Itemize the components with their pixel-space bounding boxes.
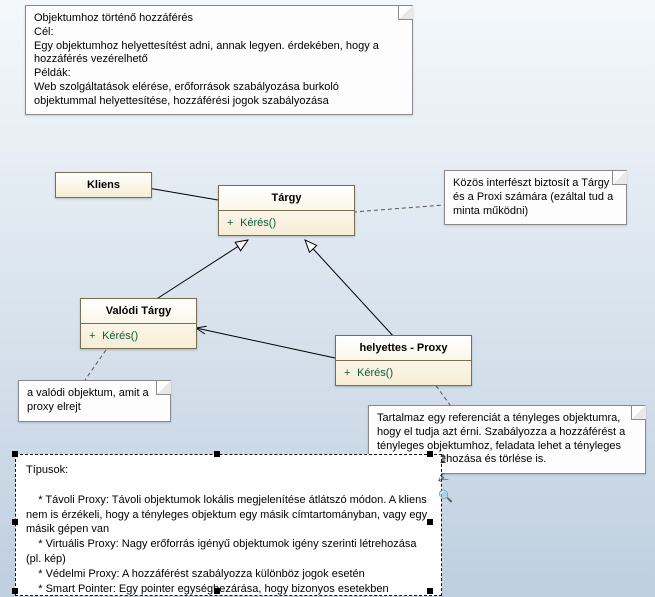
arrow-up-icon[interactable]: ↥ bbox=[438, 452, 453, 466]
magnifier-icon[interactable]: 🔍 bbox=[438, 489, 453, 503]
selection-handle[interactable] bbox=[427, 519, 433, 525]
selection-toolbar: ↥ ⍼ 🔍 bbox=[438, 452, 453, 503]
selection-handle[interactable] bbox=[12, 451, 18, 457]
class-valodi-targy[interactable]: Valódi Tárgy + Kérés() bbox=[80, 298, 197, 349]
note-realobj: a valódi objektum, amit a proxy elrejt bbox=[18, 380, 171, 422]
note-interface: Közös interfészt biztosít a Tárgy és a P… bbox=[444, 170, 627, 225]
selection-handle[interactable] bbox=[427, 451, 433, 457]
selection-handle[interactable] bbox=[214, 588, 220, 594]
class-kliens[interactable]: Kliens bbox=[55, 172, 152, 198]
class-operation: + Kérés() bbox=[81, 324, 196, 348]
selection-handle[interactable] bbox=[427, 588, 433, 594]
class-title: Valódi Tárgy bbox=[81, 299, 196, 324]
note-main: Objektumhoz történő hozzáférés Cél: Egy … bbox=[25, 5, 413, 115]
class-targy[interactable]: Tárgy + Kérés() bbox=[218, 185, 355, 236]
class-title: helyettes - Proxy bbox=[336, 336, 471, 361]
class-title: Kliens bbox=[56, 173, 151, 197]
note-types-selected[interactable]: Típusok: * Távoli Proxy: Távoli objektum… bbox=[15, 454, 442, 596]
selection-handle[interactable] bbox=[12, 519, 18, 525]
link-icon[interactable]: ⍼ bbox=[438, 470, 453, 485]
selection-handle[interactable] bbox=[214, 451, 220, 457]
class-operation: + Kérés() bbox=[336, 361, 471, 385]
class-proxy[interactable]: helyettes - Proxy + Kérés() bbox=[335, 335, 472, 386]
class-title: Tárgy bbox=[219, 186, 354, 211]
class-operation: + Kérés() bbox=[219, 211, 354, 235]
selection-handle[interactable] bbox=[12, 588, 18, 594]
